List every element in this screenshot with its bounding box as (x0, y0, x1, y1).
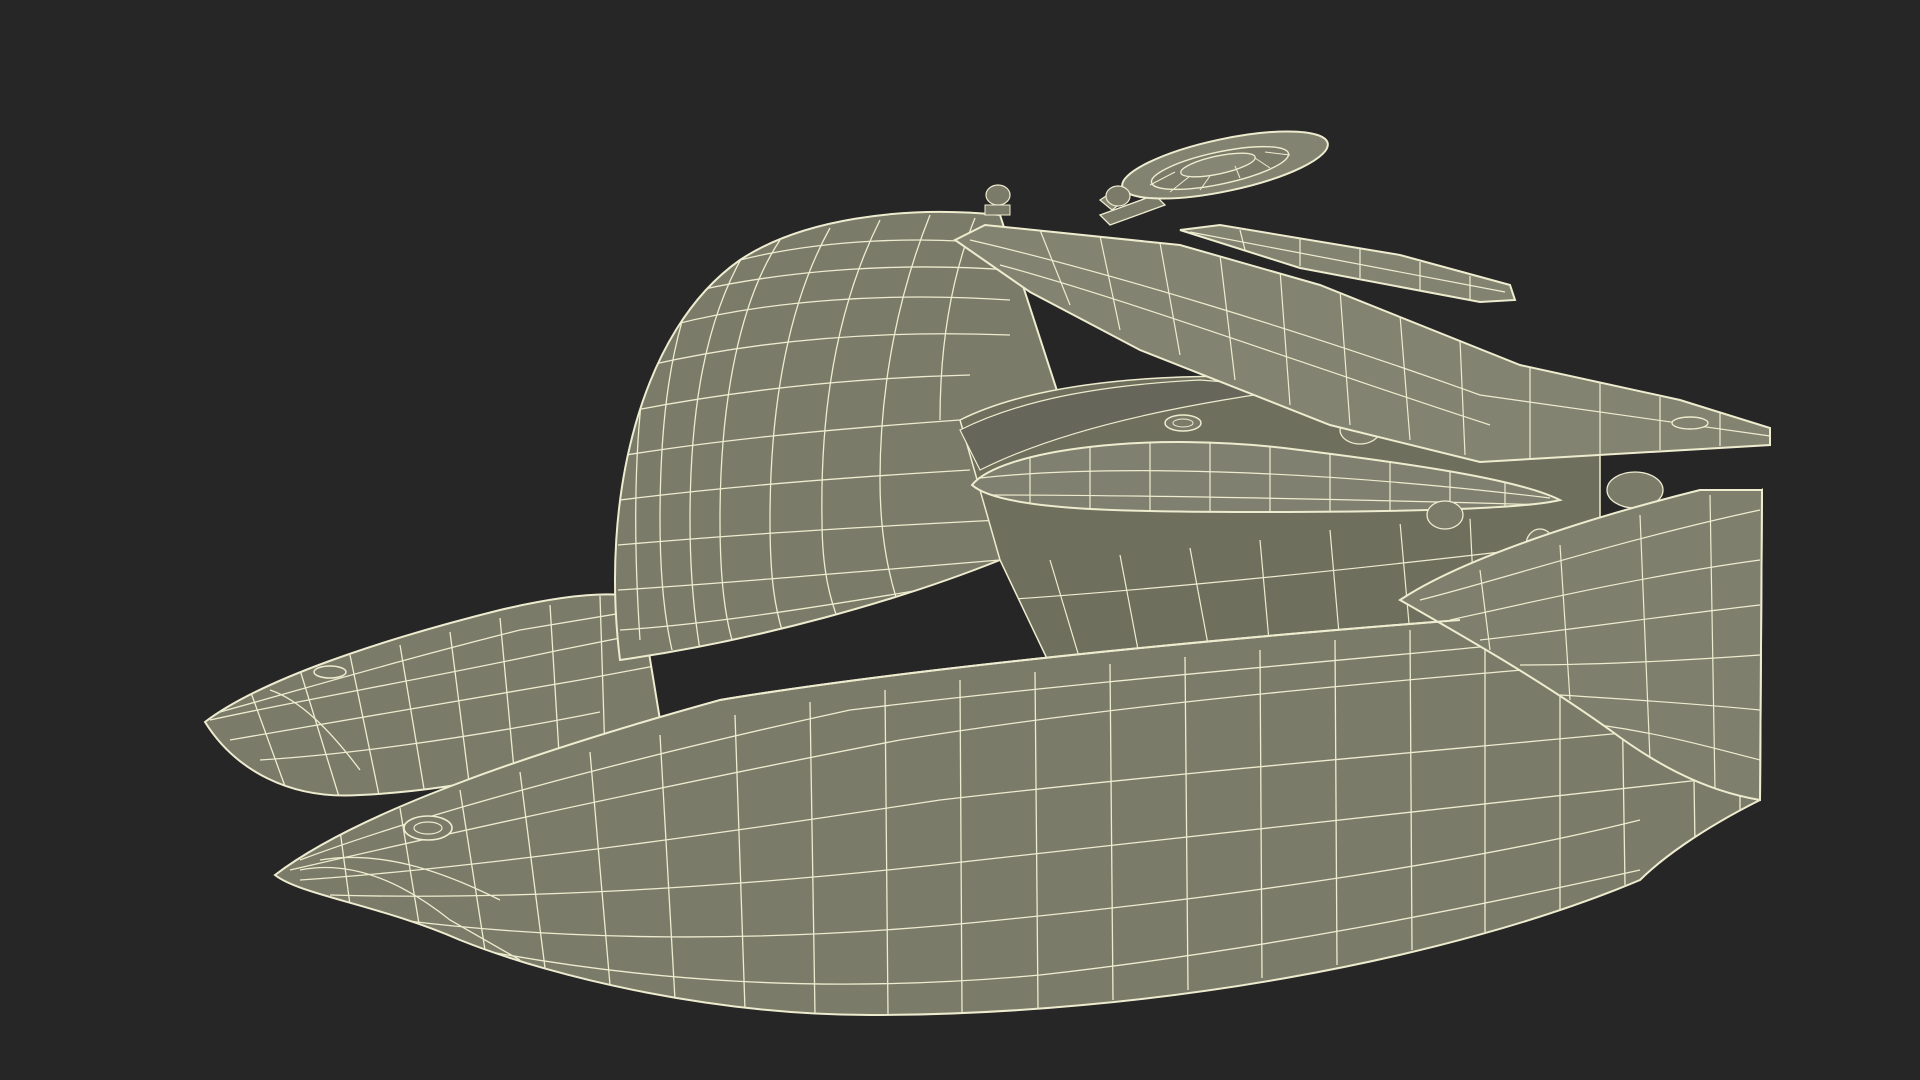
wireframe-model (0, 0, 1920, 1080)
3d-viewport[interactable] (0, 0, 1920, 1080)
